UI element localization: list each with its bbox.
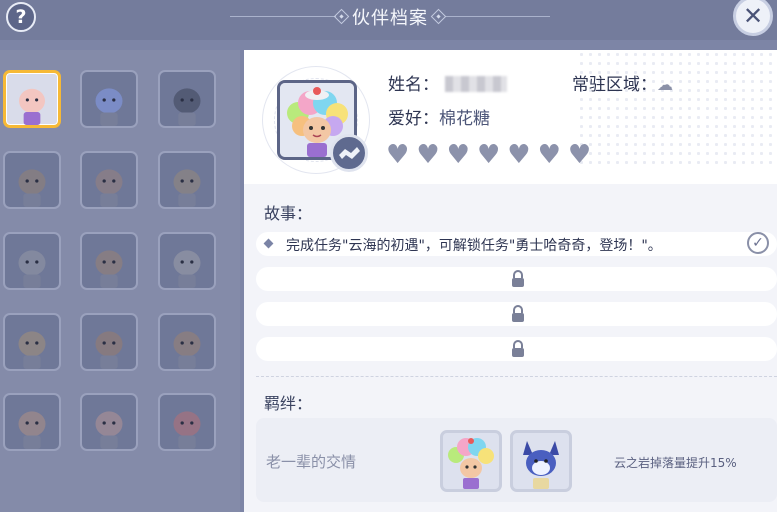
hobby-label: 爱好： [388,109,439,129]
bull-portrait-icon [173,331,201,369]
affection-hearts: ♥ ♥ ♥ ♥ ♥ ♥ ♥ [386,142,591,168]
wolf-portrait-icon [523,441,559,489]
partner-cell-moose[interactable] [80,313,138,371]
squirrel-portrait-icon [95,250,123,288]
partner-cell-deer-2[interactable] [80,151,138,209]
partner-name: 姓名： [388,70,507,95]
partner-grid [0,50,240,512]
deer-3-portrait-icon [173,169,201,207]
partner-cell-squirrel[interactable] [80,232,138,290]
red-deer-portrait-icon [173,411,201,449]
penguin-portrait-icon [173,88,201,126]
section-divider [256,376,777,377]
heart-icon: ♥ [416,140,440,170]
sheep-portrait-icon [448,438,494,489]
dot-pattern-decor [577,50,777,170]
gray-cat-portrait-icon [18,250,46,288]
heart-icon: ♥ [537,140,561,170]
heart-icon: ♥ [476,140,501,170]
pink-pig-portrait-icon [18,411,46,449]
story-item-locked-4 [256,337,777,361]
partner-cell-beige-cat[interactable] [3,313,61,371]
partner-cell-penguin[interactable] [158,70,216,128]
heart-icon: ♥ [446,140,470,170]
partner-cell-pink-girl[interactable] [80,393,138,451]
heart-icon: ♥ [386,140,410,170]
deer-2-portrait-icon [95,169,123,207]
title-line-right [446,16,550,17]
partner-cell-sheep-cotton[interactable] [3,70,61,128]
moose-portrait-icon [95,331,123,369]
bond-title: 羁绊： [264,394,313,413]
lock-icon [512,305,524,322]
name-label: 姓名： [388,75,439,95]
deer-portrait-icon [18,169,46,207]
check-icon: ✓ [747,232,769,254]
story-item-text: 完成任务"云海的初遇"，可解锁任务"勇士哈奇奇，登场！"。 [286,238,662,254]
lock-icon [512,270,524,287]
diamond-ornament-left [333,8,350,25]
title-line-left [230,16,336,17]
bullet-diamond-icon [263,238,274,249]
title-wrap: 伙伴档案 [230,0,550,36]
hobby-value: 棉花糖 [439,109,490,129]
sheep-cotton-portrait-icon [19,88,45,125]
diamond-ornament-right [430,8,447,25]
bond-badge-icon [330,134,368,172]
pink-girl-portrait-icon [95,411,123,449]
story-title: 故事： [264,204,313,223]
partner-region: 常驻区域：☁ [572,70,673,95]
bond-name: 老一辈的交情 [266,453,357,471]
close-button[interactable]: ✕ [733,0,773,36]
name-redacted [445,76,507,92]
partner-cell-blue-wolf[interactable] [80,70,138,128]
handshake-icon [339,147,360,159]
region-label: 常驻区域： [572,75,657,95]
blue-wolf-portrait-icon [95,88,123,126]
partner-cell-gray-dog[interactable] [158,232,216,290]
partner-cell-deer-3[interactable] [158,151,216,209]
help-button[interactable]: ? [6,2,36,32]
cloud-region-icon: ☁ [657,75,673,94]
profile-card: 姓名： 常驻区域：☁ 爱好：棉花糖 ♥ ♥ ♥ ♥ ♥ ♥ ♥ [244,50,777,184]
gray-dog-portrait-icon [173,250,201,288]
page-title: 伙伴档案 [352,8,428,29]
bond-effect-text: 云之岩掉落量提升15% [614,456,737,470]
partner-cell-gray-cat[interactable] [3,232,61,290]
story-item-locked-2 [256,267,777,291]
heart-icon: ♥ [507,140,531,170]
header-bar: ? 伙伴档案 ✕ [0,0,777,40]
bond-partner-sheep[interactable] [440,430,502,492]
bond-row: 老一辈的交情 云之岩掉落量提升15% [256,418,777,502]
partner-detail-panel: 姓名： 常驻区域：☁ 爱好：棉花糖 ♥ ♥ ♥ ♥ ♥ ♥ ♥ 故事： 完成任务"云海的初遇… [244,50,777,512]
story-item-1[interactable]: 完成任务"云海的初遇"，可解锁任务"勇士哈奇奇，登场！"。 ✓ [256,232,777,256]
partner-hobby: 爱好：棉花糖 [388,104,490,129]
beige-cat-portrait-icon [18,331,46,369]
partner-cell-pink-pig[interactable] [3,393,61,451]
lock-icon [512,340,524,357]
partner-cell-deer[interactable] [3,151,61,209]
partner-cell-bull[interactable] [158,313,216,371]
bond-partner-wolf[interactable] [510,430,572,492]
heart-icon: ♥ [567,140,592,170]
partner-cell-red-deer[interactable] [158,393,216,451]
story-item-locked-3 [256,302,777,326]
